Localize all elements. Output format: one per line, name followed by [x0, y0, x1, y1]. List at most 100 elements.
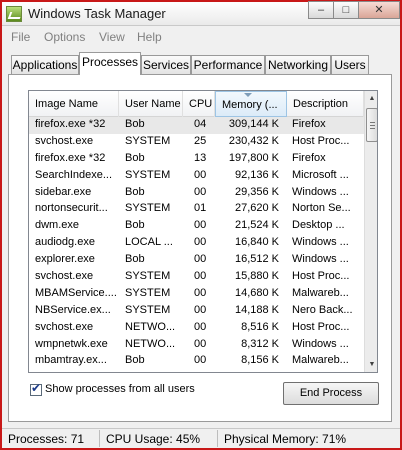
status-divider: [99, 430, 100, 447]
process-image-name: MBAMService....: [35, 286, 117, 299]
menu-help[interactable]: Help: [137, 30, 162, 44]
process-memory: 8,516 K: [241, 320, 279, 333]
process-row[interactable]: svchost.exe NETWO... 00 8,516 K Host Proc...: [29, 320, 364, 337]
column-image-name[interactable]: Image Name: [29, 91, 119, 117]
process-memory: 16,840 K: [234, 236, 279, 249]
process-memory: 16,512 K: [234, 253, 279, 266]
status-bar: Processes: 71 CPU Usage: 45% Physical Me…: [2, 428, 400, 448]
process-row[interactable]: sidebar.exe Bob 00 29,356 K Windows ...: [29, 185, 364, 202]
end-process-button[interactable]: End Process: [283, 382, 379, 405]
process-row[interactable]: SearchIndexe... SYSTEM 00 92,136 K Microsoft…: [29, 168, 364, 185]
process-image-name: firefox.exe *32: [35, 151, 106, 164]
process-image-name: explorer.exe: [35, 253, 95, 266]
minimize-button[interactable]: –: [308, 1, 334, 19]
process-description: Malwareb...: [292, 286, 349, 299]
process-cpu: 00: [194, 253, 207, 266]
process-cpu: 00: [194, 286, 207, 299]
process-cpu: 00: [194, 168, 207, 181]
process-memory: 8,156 K: [241, 354, 279, 367]
process-rows: firefox.exe *32 Bob 04 309,144 K Firefox svch…: [29, 117, 364, 370]
menu-options[interactable]: Options: [44, 30, 85, 44]
tab-processes[interactable]: Processes: [79, 52, 141, 75]
process-user-name: LOCAL ...: [125, 236, 173, 249]
status-physical-memory: Physical Memory: 71%: [224, 432, 347, 446]
process-memory: 309,144 K: [228, 118, 279, 130]
process-memory: 14,680 K: [234, 286, 279, 299]
status-cpu-usage: CPU Usage: 45%: [106, 432, 201, 446]
tab-applications[interactable]: Applications: [11, 55, 79, 74]
process-description: Host Proc...: [292, 320, 350, 333]
menu-view[interactable]: View: [99, 30, 125, 44]
process-user-name: NETWO...: [125, 320, 176, 333]
tab-services[interactable]: Services: [141, 55, 191, 74]
status-processes: Processes: 71: [8, 432, 85, 446]
checkmark-icon: ✔: [31, 381, 42, 395]
process-description: Host Proc...: [292, 270, 350, 283]
tab-networking[interactable]: Networking: [265, 55, 331, 74]
process-row[interactable]: firefox.exe *32 Bob 04 309,144 K Firefox: [29, 117, 364, 134]
process-memory: 92,136 K: [234, 168, 279, 181]
scroll-thumb[interactable]: [366, 108, 377, 142]
process-image-name: svchost.exe: [35, 134, 94, 147]
maximize-button[interactable]: □: [333, 1, 359, 19]
process-row[interactable]: MBAMService.... SYSTEM 00 14,680 K Malwareb.…: [29, 286, 364, 303]
process-cpu: 00: [194, 219, 207, 232]
process-user-name: SYSTEM: [125, 168, 171, 181]
column-memory[interactable]: Memory (...: [215, 91, 287, 117]
process-user-name: Bob: [125, 118, 145, 130]
process-image-name: SearchIndexe...: [35, 168, 113, 181]
process-cpu: 00: [194, 337, 207, 350]
process-user-name: Bob: [125, 185, 145, 198]
process-row[interactable]: NBService.ex... SYSTEM 00 14,188 K Nero Back…: [29, 303, 364, 320]
process-cpu: 00: [194, 320, 207, 333]
process-user-name: SYSTEM: [125, 303, 171, 316]
column-description[interactable]: Description: [287, 91, 364, 117]
process-row[interactable]: nortonsecurit... SYSTEM 01 27,620 K Norton S…: [29, 201, 364, 218]
process-memory: 197,800 K: [228, 151, 279, 164]
process-image-name: dwm.exe: [35, 219, 80, 232]
close-button[interactable]: ✕: [358, 1, 400, 19]
process-image-name: NBService.ex...: [35, 303, 111, 316]
tab-performance[interactable]: Performance: [191, 55, 265, 74]
process-list[interactable]: Image Name User Name CPU Memory (... Des…: [28, 90, 378, 373]
process-row[interactable]: firefox.exe *32 Bob 13 197,800 K Firefox: [29, 151, 364, 168]
vertical-scrollbar[interactable]: ▲ ▼: [364, 91, 377, 372]
process-row[interactable]: mbamtray.ex... Bob 00 8,156 K Malwareb...: [29, 353, 364, 370]
process-row[interactable]: explorer.exe Bob 00 16,512 K Windows ...: [29, 252, 364, 269]
process-description: Desktop ...: [292, 219, 345, 232]
column-user-name[interactable]: User Name: [119, 91, 183, 117]
thumb-grip-line: [370, 128, 375, 129]
show-all-users-checkbox[interactable]: ✔: [30, 381, 42, 396]
status-divider: [217, 430, 218, 447]
scroll-down-arrow-icon[interactable]: ▼: [365, 357, 377, 372]
process-image-name: nortonsecurit...: [35, 202, 108, 215]
process-user-name: SYSTEM: [125, 286, 171, 299]
thumb-grip-line: [370, 125, 375, 126]
process-description: Windows ...: [292, 253, 349, 266]
process-row[interactable]: svchost.exe SYSTEM 25 230,432 K Host Proc...: [29, 134, 364, 151]
column-cpu[interactable]: CPU: [183, 91, 215, 117]
title-bar[interactable]: Windows Task Manager – □ ✕: [2, 1, 400, 26]
process-description: Windows ...: [292, 337, 349, 350]
process-description: Host Proc...: [292, 134, 350, 147]
process-cpu: 04: [194, 118, 207, 130]
process-user-name: SYSTEM: [125, 270, 171, 283]
process-cpu: 00: [194, 270, 207, 283]
show-all-users-label[interactable]: Show processes from all users: [45, 383, 195, 395]
process-memory: 230,432 K: [228, 134, 279, 147]
scroll-up-arrow-icon[interactable]: ▲: [365, 91, 377, 106]
process-image-name: firefox.exe *32: [35, 118, 106, 130]
process-user-name: Bob: [125, 253, 145, 266]
tab-users[interactable]: Users: [331, 55, 369, 74]
process-description: Microsoft ...: [292, 168, 349, 181]
process-description: Firefox: [292, 151, 326, 164]
process-row[interactable]: audiodg.exe LOCAL ... 00 16,840 K Windows ..…: [29, 235, 364, 252]
process-row[interactable]: dwm.exe Bob 00 21,524 K Desktop ...: [29, 218, 364, 235]
process-user-name: Bob: [125, 151, 145, 164]
process-row[interactable]: wmpnetwk.exe NETWO... 00 8,312 K Windows ...: [29, 337, 364, 354]
process-description: Windows ...: [292, 236, 349, 249]
menu-bar: File Options View Help: [2, 27, 400, 47]
process-cpu: 00: [194, 236, 207, 249]
process-row[interactable]: svchost.exe SYSTEM 00 15,880 K Host Proc...: [29, 269, 364, 286]
menu-file[interactable]: File: [11, 30, 30, 44]
